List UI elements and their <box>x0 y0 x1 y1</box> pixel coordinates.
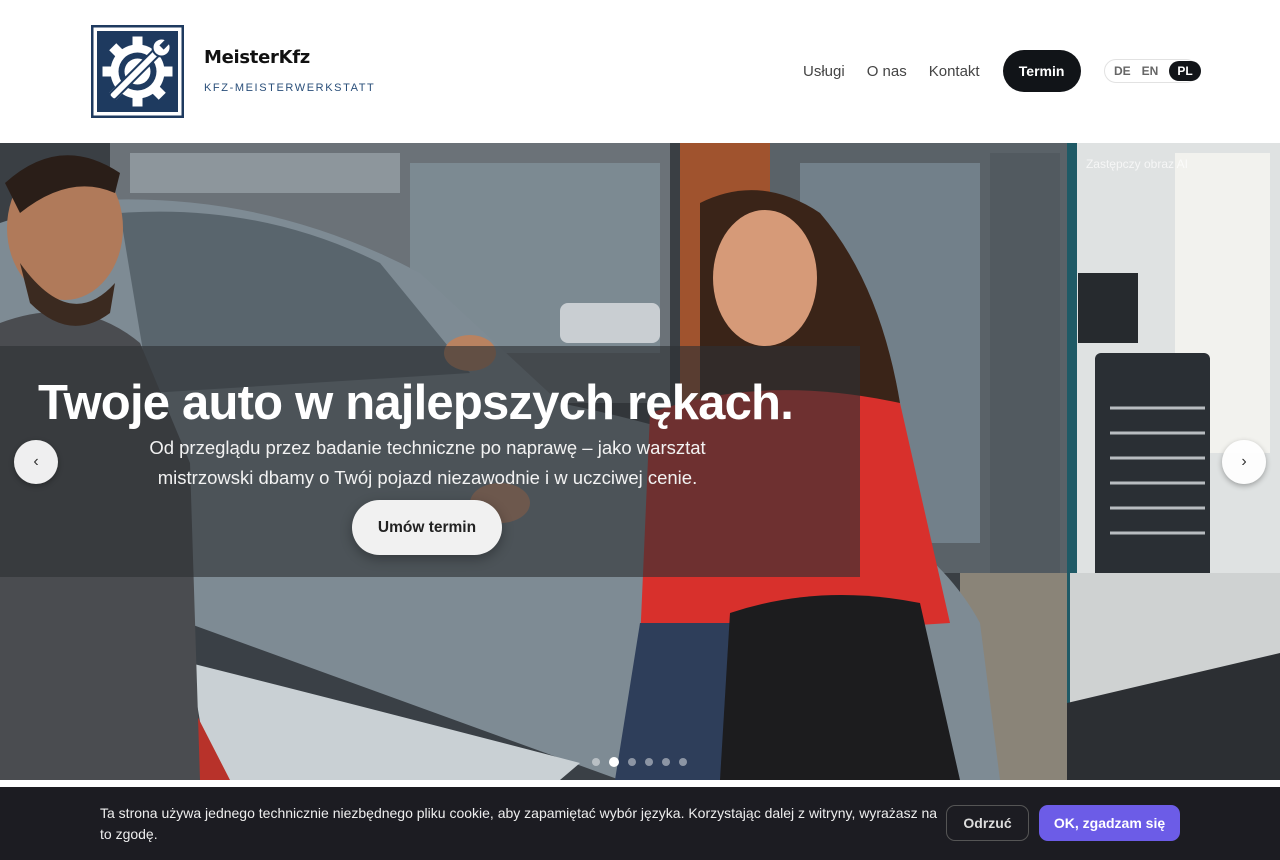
cookie-accept-button[interactable]: OK, zgadzam się <box>1039 805 1180 841</box>
ai-image-note: Zastępczy obraz AI <box>1085 157 1188 171</box>
appointment-button[interactable]: Termin <box>1002 50 1081 92</box>
carousel-dot[interactable] <box>592 758 600 766</box>
carousel-dot[interactable] <box>679 758 687 766</box>
nav-item-services[interactable]: Usługi <box>803 63 845 80</box>
brand-tagline: KFZ-MEISTERWERKSTATT <box>204 82 376 94</box>
carousel-dot[interactable] <box>645 758 653 766</box>
lang-option-de[interactable]: DE <box>1114 64 1131 78</box>
hero-title: Twoje auto w najlepszych rękach. <box>38 376 794 430</box>
carousel-next-button[interactable]: › <box>1222 440 1266 484</box>
carousel-prev-button[interactable]: ‹ <box>14 440 58 484</box>
cookie-text: Ta strona używa jednego technicznie niez… <box>100 805 938 842</box>
gear-wrench-icon <box>90 24 185 119</box>
nav-item-contact[interactable]: Kontakt <box>929 63 980 80</box>
cookie-decline-button[interactable]: Odrzuć <box>946 805 1029 841</box>
logo[interactable] <box>90 24 185 119</box>
language-switcher: DE EN PL <box>1104 59 1201 83</box>
carousel-dot-active[interactable] <box>609 757 619 767</box>
carousel-dots <box>592 757 696 767</box>
carousel-dot[interactable] <box>662 758 670 766</box>
main-nav: Usługi O nas Kontakt Termin <box>803 50 1081 92</box>
chevron-left-icon: ‹ <box>33 453 39 470</box>
cookie-banner: Ta strona używa jednego technicznie niez… <box>0 787 1280 860</box>
carousel-dot[interactable] <box>628 758 636 766</box>
hero-carousel: Zastępczy obraz AI Twoje auto w najlepsz… <box>0 143 1280 780</box>
nav-item-about[interactable]: O nas <box>867 63 907 80</box>
chevron-right-icon: › <box>1241 453 1247 470</box>
brand-name[interactable]: MeisterKfz <box>204 47 310 68</box>
lang-option-en[interactable]: EN <box>1142 64 1159 78</box>
site-header: MeisterKfz KFZ-MEISTERWERKSTATT Usługi O… <box>0 0 1280 143</box>
lang-option-pl[interactable]: PL <box>1169 61 1201 81</box>
book-appointment-button[interactable]: Umów termin <box>352 500 502 555</box>
hero-subtitle: Od przeglądu przez badanie techniczne po… <box>149 437 706 488</box>
